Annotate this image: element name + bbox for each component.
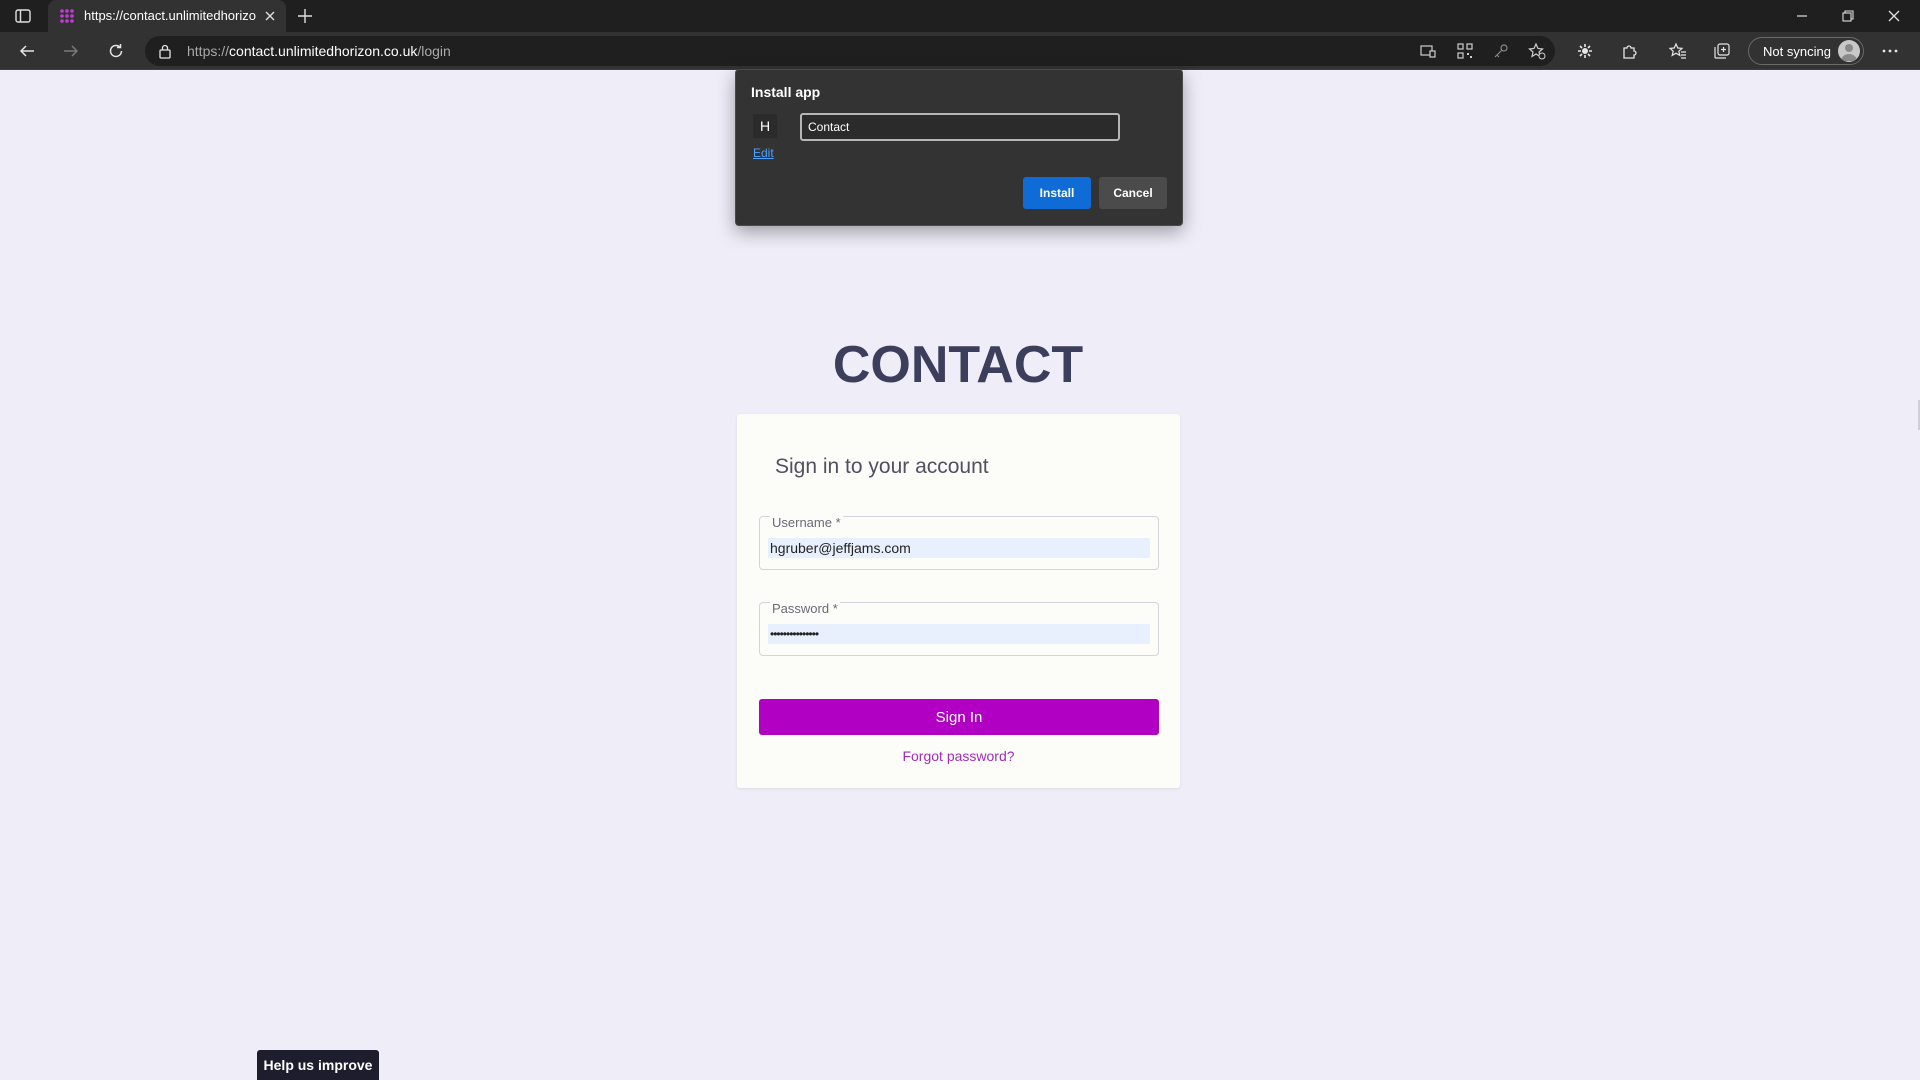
install-app-dialog: Install app H Edit Install Cancel xyxy=(735,69,1183,226)
username-label: Username * xyxy=(770,515,843,530)
browser-tab-active[interactable]: https://contact.unlimitedhorizon.co.uk/l… xyxy=(48,0,286,32)
add-favorite-icon[interactable] xyxy=(1527,41,1547,61)
profile-sync-button[interactable]: Not syncing xyxy=(1748,37,1864,65)
tab-title: https://contact.unlimitedhorizon.co.uk/l… xyxy=(84,8,256,23)
password-input[interactable]: ••••••••••••••• xyxy=(768,624,1150,644)
brand-title: CONTACT xyxy=(832,336,1084,394)
restore-icon[interactable] xyxy=(1826,0,1870,32)
cancel-button[interactable]: Cancel xyxy=(1099,177,1167,209)
url-scheme: https:// xyxy=(187,43,230,59)
card-heading: Sign in to your account xyxy=(775,455,989,478)
more-menu-icon[interactable] xyxy=(1880,41,1900,61)
sync-status-label: Not syncing xyxy=(1763,43,1831,59)
refresh-icon[interactable] xyxy=(106,41,126,61)
back-icon[interactable] xyxy=(17,41,37,61)
help-us-improve-button[interactable]: Help us improve xyxy=(257,1050,379,1080)
url-host: contact.unlimitedhorizon.co.uk xyxy=(229,43,418,59)
url-path: /login xyxy=(417,43,451,59)
forward-icon[interactable] xyxy=(61,41,81,61)
sign-in-button[interactable]: Sign In xyxy=(759,699,1159,735)
app-name-input[interactable] xyxy=(800,113,1120,141)
close-window-icon[interactable] xyxy=(1872,0,1916,32)
browser-toolbar: https://contact.unlimitedhorizon.co.uk/l… xyxy=(0,32,1920,70)
key-icon[interactable] xyxy=(1491,41,1511,61)
new-tab-icon[interactable] xyxy=(296,7,314,25)
username-field[interactable]: Username * hgruber@jeffjams.com xyxy=(759,515,1159,570)
url-text[interactable]: https://contact.unlimitedhorizon.co.uk/l… xyxy=(187,43,451,59)
install-button[interactable]: Install xyxy=(1023,177,1091,209)
password-label: Password * xyxy=(770,601,840,616)
login-card: Sign in to your account Username * hgrub… xyxy=(737,414,1180,788)
browser-tabbar: https://contact.unlimitedhorizon.co.uk/l… xyxy=(0,0,1920,32)
minimize-icon[interactable] xyxy=(1780,0,1824,32)
password-field[interactable]: Password * ••••••••••••••• xyxy=(759,601,1159,656)
app-grid-icon xyxy=(59,8,75,24)
forgot-password-link[interactable]: Forgot password? xyxy=(737,748,1180,764)
close-tab-icon[interactable] xyxy=(262,8,278,24)
extensions-icon[interactable] xyxy=(1620,41,1640,61)
address-bar[interactable]: https://contact.unlimitedhorizon.co.uk/l… xyxy=(145,36,1555,66)
app-available-icon[interactable] xyxy=(1418,41,1438,61)
tab-actions-icon[interactable] xyxy=(14,7,32,25)
lock-icon[interactable] xyxy=(157,43,173,59)
collections-icon[interactable] xyxy=(1712,41,1732,61)
favorites-icon[interactable] xyxy=(1668,41,1688,61)
username-input[interactable]: hgruber@jeffjams.com xyxy=(768,538,1150,558)
dialog-title: Install app xyxy=(751,84,821,100)
qr-code-icon[interactable] xyxy=(1455,41,1475,61)
app-letter-icon: H xyxy=(753,114,777,138)
settings-gear-icon[interactable] xyxy=(1575,41,1595,61)
avatar xyxy=(1838,40,1860,62)
edit-icon-link[interactable]: Edit xyxy=(753,146,774,160)
